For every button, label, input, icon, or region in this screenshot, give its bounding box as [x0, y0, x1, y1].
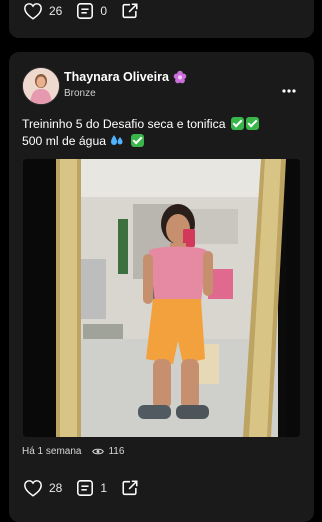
check-emoji-icon: [245, 117, 259, 130]
post-photo[interactable]: [23, 159, 300, 437]
post-text-line2: 500 ml de água: [22, 134, 107, 148]
share-button[interactable]: [121, 479, 139, 497]
author-rank: Bronze: [64, 88, 96, 99]
post-text-line1: Treininho 5 do Desafio seca e tonifica: [22, 117, 226, 131]
check-emoji-icon: [130, 134, 144, 147]
post-photo-image: [23, 159, 300, 437]
previous-post-card: 26 0: [9, 0, 314, 38]
comment-button[interactable]: 1: [76, 479, 107, 497]
like-count: 28: [49, 481, 63, 495]
view-count: 116: [108, 446, 125, 457]
like-count: 26: [49, 4, 63, 18]
like-button[interactable]: 26: [23, 2, 62, 20]
avatar[interactable]: [22, 67, 60, 105]
more-options-button[interactable]: [282, 80, 296, 98]
comment-button[interactable]: 0: [76, 2, 107, 20]
post-text: Treininho 5 do Desafio seca e tonifica 5…: [22, 116, 302, 150]
avatar-photo: [23, 68, 59, 104]
post-time: Há 1 semana: [22, 446, 82, 457]
comment-count: 0: [100, 4, 108, 18]
comment-icon: [77, 3, 94, 19]
like-button[interactable]: 28: [23, 479, 62, 497]
check-emoji-icon: [230, 117, 244, 130]
comment-count: 1: [100, 481, 108, 495]
heart-icon: [24, 3, 42, 20]
share-icon: [122, 3, 138, 19]
author-name[interactable]: Thaynara Oliveira: [64, 70, 187, 84]
eye-icon: [92, 448, 105, 455]
post-actions: 28 1: [23, 479, 153, 497]
post-meta: Há 1 semana 116: [22, 446, 124, 457]
author-name-text: Thaynara Oliveira: [64, 70, 169, 84]
flower-badge-icon: [173, 70, 187, 84]
sweat-drops-emoji-icon: [111, 135, 123, 145]
post-card: Thaynara Oliveira Bronze Treininho 5 do …: [9, 52, 314, 522]
heart-icon: [24, 480, 42, 497]
previous-post-actions: 26 0: [23, 2, 153, 20]
more-options-icon: [282, 89, 296, 93]
share-icon: [122, 480, 138, 496]
comment-icon: [77, 480, 94, 496]
share-button[interactable]: [121, 2, 139, 20]
